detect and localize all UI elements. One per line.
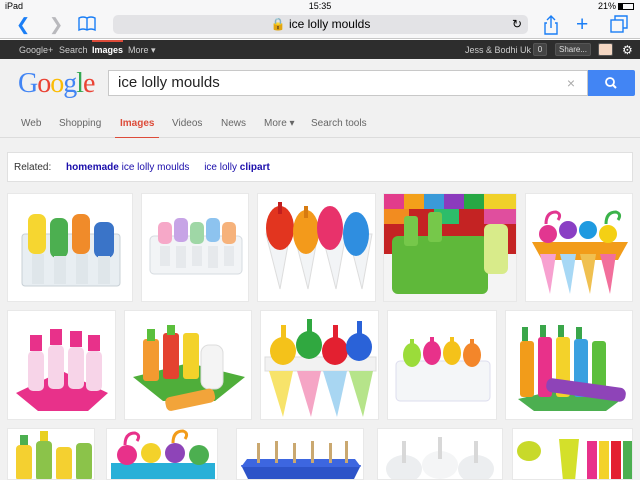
- battery-indicator: 21%: [598, 1, 634, 11]
- notifications-button[interactable]: 0: [533, 43, 547, 56]
- image-result[interactable]: [236, 428, 364, 480]
- google-logo[interactable]: Google: [18, 68, 95, 100]
- lock-icon: 🔒: [270, 17, 286, 31]
- image-result[interactable]: [260, 310, 379, 420]
- image-result[interactable]: [7, 310, 116, 420]
- tab-more[interactable]: More ▾: [264, 118, 295, 129]
- search-button[interactable]: [588, 70, 635, 96]
- related-searches: Related: homemade ice lolly moulds ice l…: [7, 152, 633, 182]
- forward-icon[interactable]: ❯: [49, 15, 63, 35]
- ios-status-bar: iPad 15:35 21%: [0, 0, 640, 12]
- image-result[interactable]: [7, 193, 133, 302]
- clear-icon[interactable]: ×: [567, 71, 575, 95]
- image-result[interactable]: [257, 193, 376, 302]
- gear-icon[interactable]: ⚙: [622, 43, 633, 57]
- google-bar: Google+ Search Images More ▾ Jess & Bodh…: [0, 40, 640, 59]
- address-text: ice lolly moulds: [288, 17, 371, 31]
- user-name[interactable]: Jess & Bodhi Uk: [465, 45, 531, 55]
- tab-videos[interactable]: Videos: [172, 118, 202, 129]
- image-result[interactable]: [383, 193, 517, 302]
- image-result[interactable]: [377, 428, 503, 480]
- share-icon[interactable]: [543, 15, 559, 40]
- gbar-link-images[interactable]: Images: [92, 40, 124, 55]
- tab-web[interactable]: Web: [21, 118, 41, 129]
- related-label: Related:: [14, 162, 52, 173]
- tab-shopping[interactable]: Shopping: [59, 118, 101, 129]
- gbar-link-googleplus[interactable]: Google+: [19, 45, 53, 55]
- back-icon[interactable]: ❮: [16, 15, 30, 35]
- image-result[interactable]: [7, 428, 95, 480]
- related-link-homemade[interactable]: homemade ice lolly moulds: [66, 162, 189, 173]
- search-query: ice lolly moulds: [118, 74, 220, 91]
- battery-icon: [618, 3, 634, 11]
- image-result[interactable]: [505, 310, 633, 420]
- search-icon: [605, 77, 617, 89]
- clock: 15:35: [308, 1, 332, 11]
- gbar-link-more[interactable]: More ▾: [128, 45, 156, 56]
- search-input[interactable]: ice lolly moulds ×: [108, 70, 588, 96]
- image-result[interactable]: [141, 193, 249, 302]
- address-bar[interactable]: 🔒 ice lolly moulds ↻: [113, 15, 528, 34]
- tab-images[interactable]: Images: [114, 118, 161, 139]
- image-result[interactable]: [512, 428, 633, 480]
- tab-news[interactable]: News: [221, 118, 246, 129]
- search-tabs: Web Shopping Images Videos News More ▾ S…: [0, 109, 640, 139]
- image-result[interactable]: [124, 310, 252, 420]
- image-result[interactable]: [106, 428, 218, 480]
- image-result[interactable]: [387, 310, 497, 420]
- new-tab-icon[interactable]: +: [576, 14, 588, 35]
- gbar-link-search[interactable]: Search: [59, 45, 88, 55]
- bookmarks-icon[interactable]: [78, 15, 96, 38]
- image-result[interactable]: [525, 193, 633, 302]
- tabs-icon[interactable]: [610, 15, 628, 38]
- related-link-clipart[interactable]: ice lolly clipart: [204, 162, 270, 173]
- battery-percent: 21%: [597, 1, 616, 11]
- safari-toolbar: ❮ ❯ 🔒 ice lolly moulds ↻ +: [0, 12, 640, 39]
- share-button[interactable]: Share...: [555, 43, 591, 56]
- tab-search-tools[interactable]: Search tools: [311, 118, 367, 129]
- avatar[interactable]: [598, 43, 613, 56]
- reload-icon[interactable]: ↻: [512, 15, 522, 34]
